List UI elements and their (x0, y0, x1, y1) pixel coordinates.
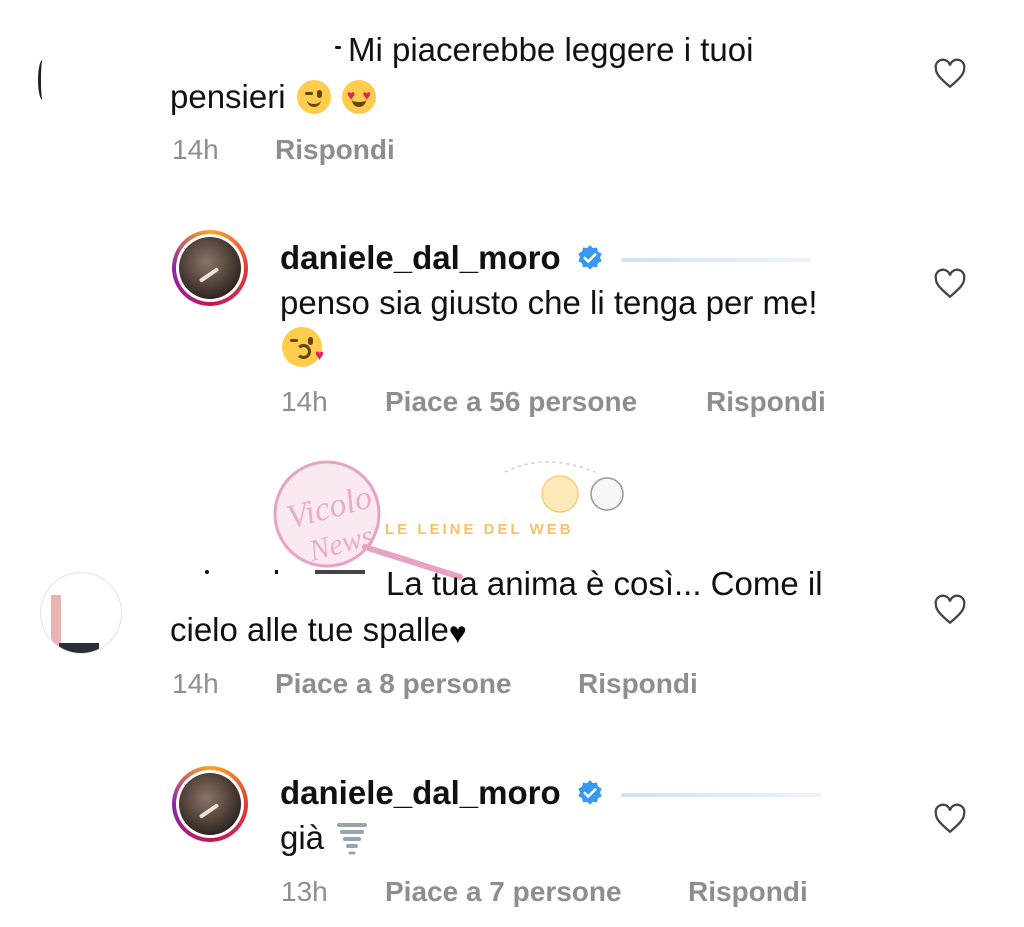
reply-button[interactable]: Rispondi (275, 134, 395, 166)
comment-meta: 13h Piace a 7 persone Rispondi (281, 876, 808, 908)
verified-badge-icon (578, 245, 602, 270)
heart-eyes-face-icon: ♥ ♥ (341, 80, 376, 114)
svg-text:Vicolo: Vicolo (283, 479, 376, 537)
redacted-username (205, 570, 375, 576)
redacted-mention (620, 258, 811, 263)
avatar[interactable] (172, 766, 248, 842)
comment-text: penso sia giusto che li tenga per me! (280, 284, 818, 321)
username-link[interactable]: daniele_dal_moro (280, 774, 561, 811)
comment-time: 13h (281, 876, 328, 907)
comment-meta: 14h Rispondi (172, 134, 395, 166)
like-heart-icon[interactable] (933, 803, 967, 835)
likes-count-link[interactable]: Piace a 56 persone (385, 386, 637, 418)
comment-header: daniele_dal_moro (280, 236, 811, 280)
username-link[interactable]: daniele_dal_moro (280, 239, 561, 276)
reply-button[interactable]: Rispondi (706, 386, 826, 418)
redacted-mention (620, 793, 821, 798)
comment-meta: 14h Piace a 8 persone Rispondi (172, 668, 698, 700)
winking-face-icon (296, 80, 331, 114)
likes-count-link[interactable]: Piace a 7 persone (385, 876, 622, 908)
reply-button[interactable]: Rispondi (688, 876, 808, 908)
verified-badge-icon (578, 780, 602, 805)
reply-button[interactable]: Rispondi (578, 668, 698, 700)
comment-text-line2: ♥ (280, 327, 324, 372)
comment-text: già (280, 816, 368, 860)
like-heart-icon[interactable] (933, 594, 967, 626)
avatar[interactable] (40, 572, 122, 654)
comment-time: 14h (281, 386, 328, 417)
likes-count-link[interactable]: Piace a 8 persone (275, 668, 512, 700)
tornado-icon (337, 823, 368, 855)
svg-text:LE LEINE DEL WEB: LE LEINE DEL WEB (385, 521, 574, 538)
kissing-face-icon: ♥ (282, 327, 324, 367)
comment-text: Mi piacerebbe leggere i tuoi (348, 31, 754, 68)
black-heart-icon: ♥ (448, 617, 467, 650)
svg-text:News: News (305, 519, 377, 568)
comment-text: La tua anima è così... Come il (386, 565, 823, 602)
like-heart-icon[interactable] (933, 268, 967, 300)
comment-text-line2: pensieri ♥ ♥ (170, 75, 376, 119)
comment-meta: 14h Piace a 56 persone Rispondi (281, 386, 826, 418)
comment-header: daniele_dal_moro (280, 771, 821, 815)
avatar-cropped[interactable] (38, 60, 47, 100)
comment-text-line2: cielo alle tue spalle♥ (170, 608, 467, 656)
avatar[interactable] (172, 230, 248, 306)
comment-time: 14h (172, 668, 219, 699)
like-heart-icon[interactable] (933, 58, 967, 90)
comment-time: 14h (172, 134, 219, 165)
profile-photo (179, 773, 241, 835)
redacted-username (335, 46, 341, 49)
profile-photo (179, 237, 241, 299)
